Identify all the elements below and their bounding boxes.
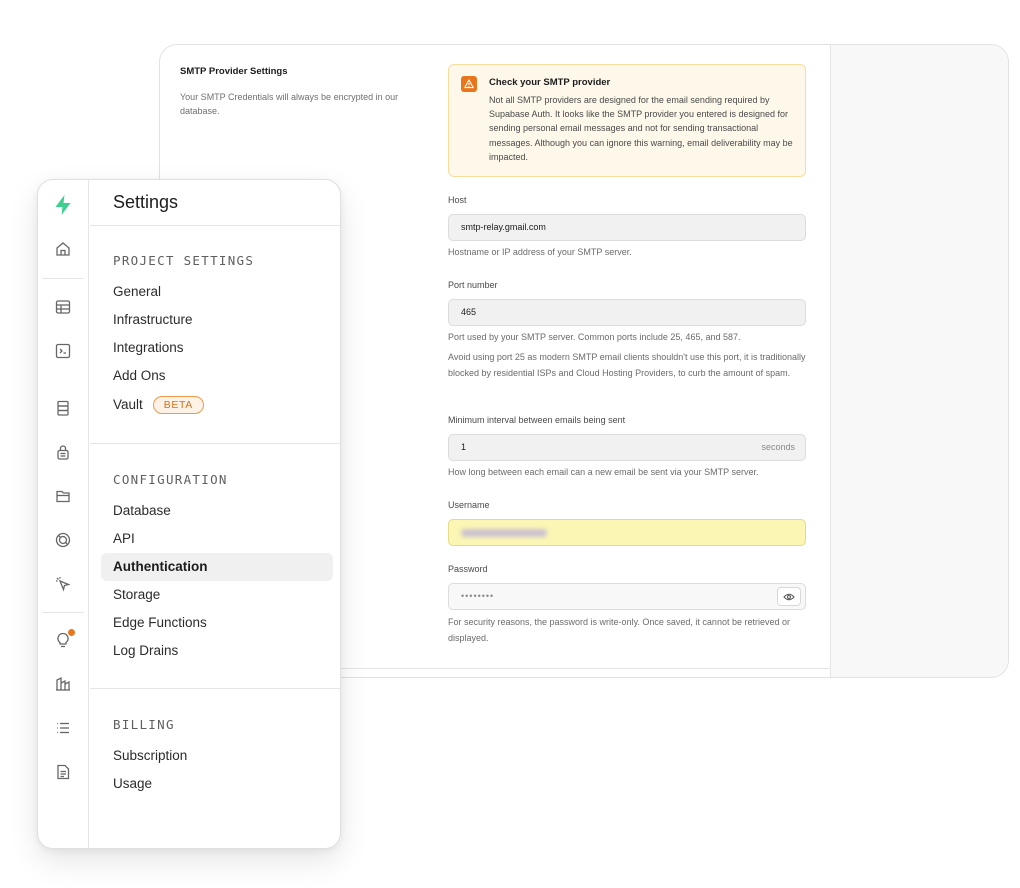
interval-value: 1 [461, 442, 467, 452]
warning-body: Not all SMTP providers are designed for … [489, 95, 793, 162]
settings-menu: Settings PROJECT SETTINGS General Infras… [90, 180, 340, 848]
port-help: Port used by your SMTP server. Common po… [448, 332, 741, 342]
password-label: Password [448, 564, 488, 574]
menu-item-usage[interactable]: Usage [113, 776, 152, 791]
billing-heading: BILLING [113, 717, 175, 732]
host-label: Host [448, 195, 467, 205]
username-label: Username [448, 500, 490, 510]
side-gutter [830, 45, 1008, 677]
menu-item-api[interactable]: API [113, 531, 135, 546]
logs-icon[interactable] [51, 716, 75, 740]
settings-panel: Settings PROJECT SETTINGS General Infras… [37, 179, 341, 849]
configuration-heading: CONFIGURATION [113, 472, 228, 487]
reports-icon[interactable] [51, 672, 75, 696]
warning-icon [461, 76, 477, 92]
menu-item-general[interactable]: General [113, 284, 161, 299]
project-settings-heading: PROJECT SETTINGS [113, 253, 255, 268]
rail-divider [42, 278, 84, 279]
advisors-icon[interactable] [51, 628, 75, 652]
interval-help: How long between each email can a new em… [448, 467, 759, 477]
port-label: Port number [448, 280, 498, 290]
interval-input[interactable]: 1 seconds [448, 434, 806, 461]
password-help: For security reasons, the password is wr… [448, 617, 790, 643]
page-title: Settings [113, 192, 179, 212]
icon-rail [38, 180, 89, 848]
menu-item-storage[interactable]: Storage [113, 587, 160, 602]
menu-item-subscription[interactable]: Subscription [113, 748, 187, 763]
menu-item-log-drains[interactable]: Log Drains [113, 643, 178, 658]
divider [90, 688, 340, 689]
docs-icon[interactable] [51, 760, 75, 784]
menu-item-authentication[interactable]: Authentication [101, 553, 333, 581]
supabase-logo-icon[interactable] [51, 193, 75, 217]
home-icon[interactable] [51, 237, 75, 261]
interval-unit: seconds [761, 442, 795, 452]
redacted-username [461, 529, 547, 537]
warning-title: Check your SMTP provider [489, 77, 611, 88]
realtime-icon[interactable] [51, 528, 75, 552]
menu-item-integrations[interactable]: Integrations [113, 340, 184, 355]
eye-icon [783, 593, 795, 600]
host-input[interactable]: smtp-relay.gmail.com [448, 214, 806, 241]
beta-badge: BETA [152, 396, 204, 414]
port-input[interactable]: 465 [448, 299, 806, 326]
divider [90, 225, 340, 226]
host-help: Hostname or IP address of your SMTP serv… [448, 247, 632, 257]
auth-icon[interactable] [51, 440, 75, 464]
storage-icon[interactable] [51, 484, 75, 508]
interval-label: Minimum interval between emails being se… [448, 415, 626, 425]
menu-item-vault[interactable]: Vault BETA [113, 396, 204, 414]
menu-item-label: Vault [113, 397, 143, 412]
rail-divider [42, 612, 84, 613]
notification-dot [68, 629, 75, 636]
password-input[interactable]: •••••••• [448, 583, 806, 610]
menu-item-label: Authentication [113, 559, 208, 574]
edge-functions-icon[interactable] [51, 572, 75, 596]
smtp-warning-callout: Check your SMTP provider Not all SMTP pr… [448, 64, 806, 177]
smtp-section-title: SMTP Provider Settings [180, 66, 288, 77]
sql-editor-icon[interactable] [51, 339, 75, 363]
menu-item-add-ons[interactable]: Add Ons [113, 368, 166, 383]
password-mask: •••••••• [461, 591, 495, 601]
table-editor-icon[interactable] [51, 295, 75, 319]
port-warning-help: Avoid using port 25 as modern SMTP email… [448, 352, 806, 378]
database-icon[interactable] [51, 396, 75, 420]
username-input[interactable] [448, 519, 806, 546]
divider [90, 443, 340, 444]
show-password-button[interactable] [777, 587, 801, 606]
menu-item-infrastructure[interactable]: Infrastructure [113, 312, 193, 327]
smtp-section-description: Your SMTP Credentials will always be enc… [180, 92, 399, 116]
menu-item-edge-functions[interactable]: Edge Functions [113, 615, 207, 630]
menu-item-database[interactable]: Database [113, 503, 171, 518]
